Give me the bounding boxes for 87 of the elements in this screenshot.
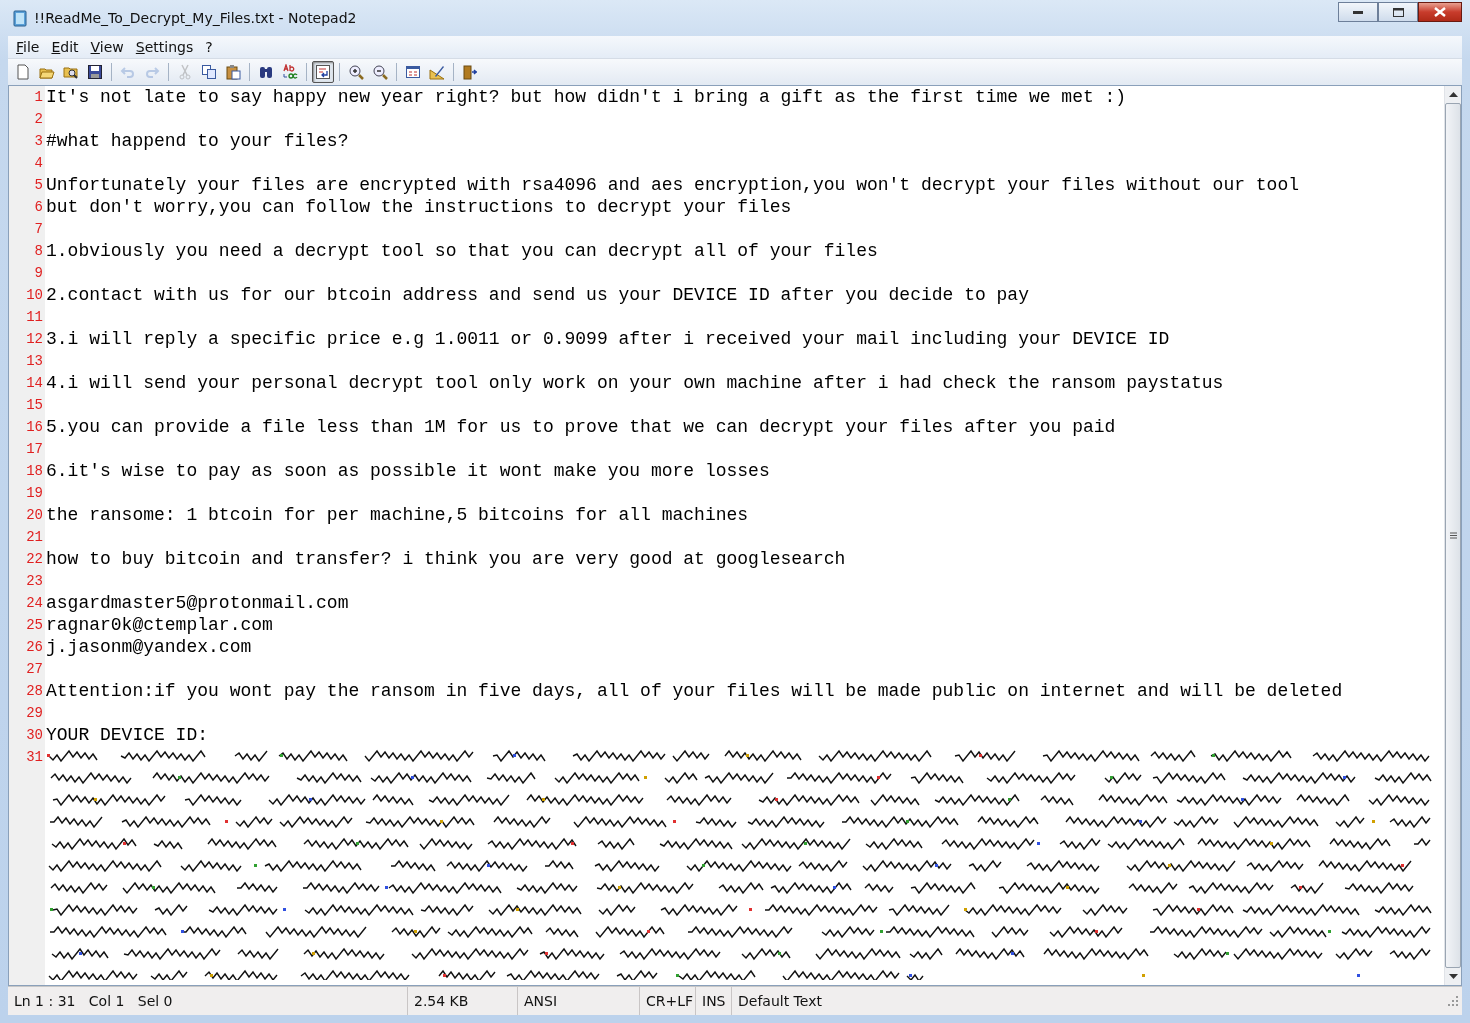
line-number: 29	[9, 702, 45, 724]
maximize-button[interactable]	[1378, 2, 1418, 22]
binoculars-icon	[258, 64, 274, 80]
word-wrap-icon	[315, 64, 331, 80]
scissors-icon	[177, 64, 193, 80]
line-number: 17	[9, 438, 45, 460]
menu-item[interactable]: View	[84, 38, 130, 56]
minimize-icon	[1353, 10, 1363, 14]
line-number: 4	[9, 152, 45, 174]
toolbar-button[interactable]	[312, 61, 334, 83]
line-number: 20	[9, 504, 45, 526]
line-number: 18	[9, 460, 45, 482]
close-button[interactable]	[1418, 2, 1462, 22]
line-number: 1	[9, 86, 45, 108]
line-number: 27	[9, 658, 45, 680]
text-line: YOUR DEVICE ID:	[45, 724, 209, 746]
text-line: Attention:if you wont pay the ransom in five days, all of your files will be made public on internet and will be deleted	[45, 680, 1343, 702]
scroll-up-arrow-icon	[1448, 92, 1458, 97]
undo-icon	[120, 64, 136, 80]
line-number: 23	[9, 570, 45, 592]
menu-item[interactable]: File	[10, 38, 46, 56]
text-line: j.jasonm@yandex.com	[45, 636, 252, 658]
line-number: 9	[9, 262, 45, 284]
line-number: 22	[9, 548, 45, 570]
line-number: 12	[9, 328, 45, 350]
line-number: 26	[9, 636, 45, 658]
zoom-in-icon	[348, 64, 364, 80]
line-number: 3	[9, 130, 45, 152]
minimize-button[interactable]	[1338, 2, 1378, 22]
status-field: Ln 1 : 31 Col 1 Sel 0	[8, 987, 408, 1015]
text-line: It's not late to say happy new year right? but how didn't i bring a gift as the first time we met :)	[45, 86, 1127, 108]
text-line: #what happend to your files?	[45, 130, 349, 152]
folder-magnifier-icon	[63, 64, 79, 80]
paste-icon	[225, 64, 241, 80]
status-field: CR+LF	[640, 987, 696, 1015]
text-line: how to buy bitcoin and transfer? i think you are very good at googlesearch	[45, 548, 846, 570]
line-number: 16	[9, 416, 45, 438]
window-icon	[405, 64, 421, 80]
resize-grip-icon	[1448, 996, 1458, 1006]
line-number: 31	[9, 746, 45, 978]
text-line: 4.i will send your personal decrypt tool only work on your own machine after i had check the ransom paystatus	[45, 372, 1224, 394]
text-line: Unfortunately your files are encrypted with rsa4096 and aes encryption,you won't decrypt your files without our tool	[45, 174, 1299, 196]
menu-item[interactable]: Settings	[129, 38, 200, 56]
maximize-icon	[1392, 7, 1404, 17]
close-icon	[1434, 7, 1446, 17]
text-line: asgardmaster5@protonmail.com	[45, 592, 349, 614]
text-line: 3.i will reply a specific price e.g 1.0011 or 0.9099 after i received your mail including your DEVICE ID	[45, 328, 1170, 350]
copy-icon	[201, 64, 217, 80]
line-number: 2	[9, 108, 45, 130]
line-number: 10	[9, 284, 45, 306]
zoom-out-icon	[372, 64, 388, 80]
text-line: the ransome: 1 btcoin for per machine,5 bitcoins for all machines	[45, 504, 749, 526]
text-line: but don't worry,you can follow the instructions to decrypt your files	[45, 196, 792, 218]
line-number: 8	[9, 240, 45, 262]
status-field: INS	[696, 987, 732, 1015]
line-number: 25	[9, 614, 45, 636]
line-number: 5	[9, 174, 45, 196]
line-number: 19	[9, 482, 45, 504]
text-line: 6.it's wise to pay as soon as possible it wont make you more losses	[45, 460, 770, 482]
replace-icon	[282, 64, 298, 80]
line-number: 6	[9, 196, 45, 218]
line-number: 30	[9, 724, 45, 746]
line-number: 28	[9, 680, 45, 702]
status-field: ANSI	[518, 987, 640, 1015]
ruler-pencil-icon	[429, 64, 445, 80]
line-number: 7	[9, 218, 45, 240]
status-field: Default Text	[732, 987, 1448, 1015]
line-number: 15	[9, 394, 45, 416]
line-number: 11	[9, 306, 45, 328]
text-line: ragnar0k@ctemplar.com	[45, 614, 273, 636]
menu-item[interactable]: ?	[199, 38, 219, 56]
line-number: 14	[9, 372, 45, 394]
scroll-down-arrow-icon	[1448, 974, 1458, 979]
new-file-icon	[15, 64, 31, 80]
menu-item[interactable]: Edit	[45, 38, 85, 56]
window-title: !!ReadMe_To_Decrypt_My_Files.txt - Notepad2	[34, 10, 357, 26]
line-number: 13	[9, 350, 45, 372]
text-line: 1.obviously you need a decrypt tool so that you can decrypt all of your files	[45, 240, 878, 262]
line-number: 21	[9, 526, 45, 548]
text-line: 5.you can provide a file less than 1M for us to prove that we can decrypt your files after you paid	[45, 416, 1116, 438]
redo-icon	[144, 64, 160, 80]
exit-door-icon	[462, 64, 478, 80]
text-line: 2.contact with us for our btcoin address and send us your DEVICE ID after you decide to pay	[45, 284, 1029, 306]
notepad-app-icon	[12, 9, 28, 27]
line-number: 24	[9, 592, 45, 614]
save-icon	[87, 64, 103, 80]
status-field: 2.54 KB	[408, 987, 518, 1015]
